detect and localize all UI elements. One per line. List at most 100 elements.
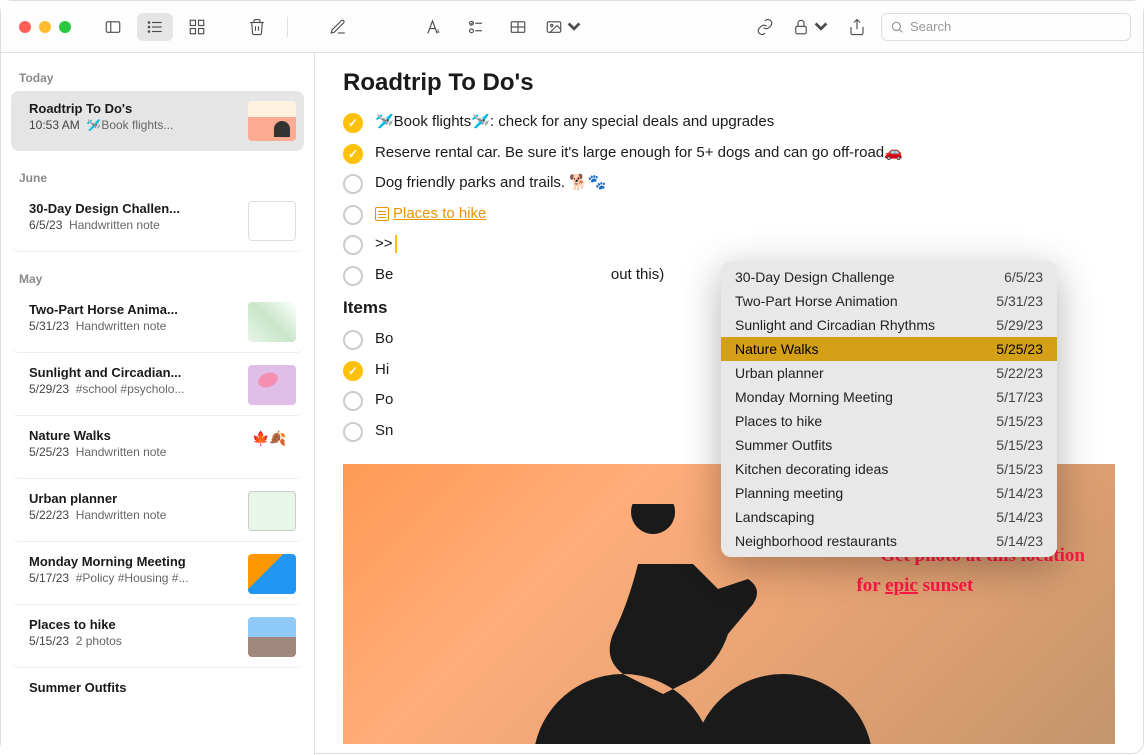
suggestion-title: 30-Day Design Challenge: [735, 269, 895, 285]
grid-view-button[interactable]: [179, 13, 215, 41]
titlebar: a Search: [1, 1, 1143, 53]
note-thumbnail: [248, 617, 296, 657]
suggestion-date: 5/14/23: [996, 485, 1043, 501]
suggestion-item[interactable]: Kitchen decorating ideas 5/15/23: [721, 457, 1057, 481]
table-button[interactable]: [500, 13, 536, 41]
text-cursor: [395, 235, 397, 253]
note-thumbnail: [248, 201, 296, 241]
checklist-button[interactable]: [458, 13, 494, 41]
suggestion-date: 5/15/23: [996, 461, 1043, 477]
suggestion-title: Urban planner: [735, 365, 824, 381]
note-item-places-to-hike[interactable]: Places to hike 5/15/23 2 photos: [11, 607, 304, 668]
note-link-places-to-hike[interactable]: Places to hike: [393, 205, 486, 222]
section-header-may: May: [1, 254, 314, 290]
suggestion-date: 5/25/23: [996, 341, 1043, 357]
note-item-urban-planner[interactable]: Urban planner 5/22/23 Handwritten note: [11, 481, 304, 542]
note-item-title: Urban planner: [29, 491, 240, 506]
note-item-title: Two-Part Horse Anima...: [29, 302, 240, 317]
checklist-text: Reserve rental car. Be sure it's large e…: [375, 142, 1115, 165]
checkbox[interactable]: [343, 235, 363, 255]
note-item-title: Places to hike: [29, 617, 240, 632]
note-thumbnail: [248, 101, 296, 141]
checkbox[interactable]: [343, 205, 363, 225]
suggestion-date: 5/14/23: [996, 533, 1043, 549]
checkbox[interactable]: [343, 391, 363, 411]
note-item-title: 30-Day Design Challen...: [29, 201, 240, 216]
suggestion-date: 5/22/23: [996, 365, 1043, 381]
suggestion-date: 5/14/23: [996, 509, 1043, 525]
suggestion-date: 5/29/23: [996, 317, 1043, 333]
trash-button[interactable]: [239, 13, 275, 41]
note-item-horse-animation[interactable]: Two-Part Horse Anima... 5/31/23 Handwrit…: [11, 292, 304, 353]
maximize-window-button[interactable]: [59, 21, 71, 33]
suggestion-date: 5/15/23: [996, 437, 1043, 453]
suggestion-item[interactable]: Nature Walks 5/25/23: [721, 337, 1057, 361]
suggestion-item[interactable]: Summer Outfits 5/15/23: [721, 433, 1057, 457]
note-item-nature-walks[interactable]: Nature Walks 5/25/23 Handwritten note: [11, 418, 304, 479]
note-item-title: Roadtrip To Do's: [29, 101, 240, 116]
suggestion-date: 5/15/23: [996, 413, 1043, 429]
suggestion-item[interactable]: Sunlight and Circadian Rhythms5/29/23: [721, 313, 1057, 337]
suggestion-date: 5/17/23: [996, 389, 1043, 405]
suggestion-item[interactable]: Planning meeting 5/14/23: [721, 481, 1057, 505]
suggestion-title: Summer Outfits: [735, 437, 832, 453]
note-editor[interactable]: Roadtrip To Do's 🛩️Book flights🛩️: check…: [315, 53, 1143, 755]
traffic-lights: [19, 21, 71, 33]
lock-button[interactable]: [789, 13, 833, 41]
sidebar-toggle-button[interactable]: [95, 13, 131, 41]
suggestion-item[interactable]: Monday Morning Meeting 5/17/23: [721, 385, 1057, 409]
note-item-sunlight[interactable]: Sunlight and Circadian... 5/29/23 #schoo…: [11, 355, 304, 416]
checkbox[interactable]: [343, 144, 363, 164]
checkbox[interactable]: [343, 266, 363, 286]
suggestion-date: 5/31/23: [996, 293, 1043, 309]
suggestion-item[interactable]: Urban planner 5/22/23: [721, 361, 1057, 385]
suggestion-title: Planning meeting: [735, 485, 843, 501]
note-thumbnail: [248, 365, 296, 405]
search-placeholder: Search: [910, 19, 951, 34]
suggestion-item[interactable]: Landscaping5/14/23: [721, 505, 1057, 529]
checkbox[interactable]: [343, 361, 363, 381]
link-button[interactable]: [747, 13, 783, 41]
checklist-text: >>: [375, 235, 393, 252]
suggestion-title: Kitchen decorating ideas: [735, 461, 888, 477]
note-item-title: Sunlight and Circadian...: [29, 365, 240, 380]
minimize-window-button[interactable]: [39, 21, 51, 33]
checkbox[interactable]: [343, 422, 363, 442]
suggestion-date: 6/5/23: [1004, 269, 1043, 285]
suggestion-item[interactable]: 30-Day Design Challenge 6/5/23: [721, 261, 1057, 289]
note-link-icon: [375, 207, 389, 221]
note-item-title: Summer Outfits: [29, 680, 296, 695]
close-window-button[interactable]: [19, 21, 31, 33]
new-note-button[interactable]: [320, 13, 356, 41]
checkbox[interactable]: [343, 174, 363, 194]
search-input[interactable]: Search: [881, 13, 1131, 41]
checkbox[interactable]: [343, 330, 363, 350]
checkbox[interactable]: [343, 113, 363, 133]
notes-list-sidebar: Today Roadtrip To Do's 10:53 AM 🛩️Book f…: [1, 53, 315, 755]
suggestion-title: Neighborhood restaurants: [735, 533, 897, 549]
note-item-design-challenge[interactable]: 30-Day Design Challen... 6/5/23 Handwrit…: [11, 191, 304, 252]
list-view-button[interactable]: [137, 13, 173, 41]
note-item-monday-meeting[interactable]: Monday Morning Meeting 5/17/23 #Policy #…: [11, 544, 304, 605]
suggestion-item[interactable]: Two-Part Horse Animation 5/31/23: [721, 289, 1057, 313]
note-item-title: Monday Morning Meeting: [29, 554, 240, 569]
suggestion-title: Places to hike: [735, 413, 822, 429]
format-text-button[interactable]: a: [416, 13, 452, 41]
suggestion-title: Two-Part Horse Animation: [735, 293, 898, 309]
media-button[interactable]: [542, 13, 586, 41]
note-thumbnail: [248, 428, 296, 468]
suggestion-title: Nature Walks: [735, 341, 819, 357]
section-header-today: Today: [1, 53, 314, 89]
note-item-summer-outfits[interactable]: Summer Outfits: [11, 670, 304, 705]
suggestion-item[interactable]: Neighborhood restaurants 5/14/23: [721, 529, 1057, 557]
note-item-roadtrip[interactable]: Roadtrip To Do's 10:53 AM 🛩️Book flights…: [11, 91, 304, 151]
suggestion-item[interactable]: Places to hike 5/15/23: [721, 409, 1057, 433]
section-header-june: June: [1, 153, 314, 189]
note-heading: Roadtrip To Do's: [343, 69, 1115, 97]
share-button[interactable]: [839, 13, 875, 41]
note-thumbnail: [248, 302, 296, 342]
note-thumbnail: [248, 554, 296, 594]
note-item-title: Nature Walks: [29, 428, 240, 443]
suggestion-title: Monday Morning Meeting: [735, 389, 893, 405]
checklist-text: 🛩️Book flights🛩️: check for any special …: [375, 111, 1115, 134]
